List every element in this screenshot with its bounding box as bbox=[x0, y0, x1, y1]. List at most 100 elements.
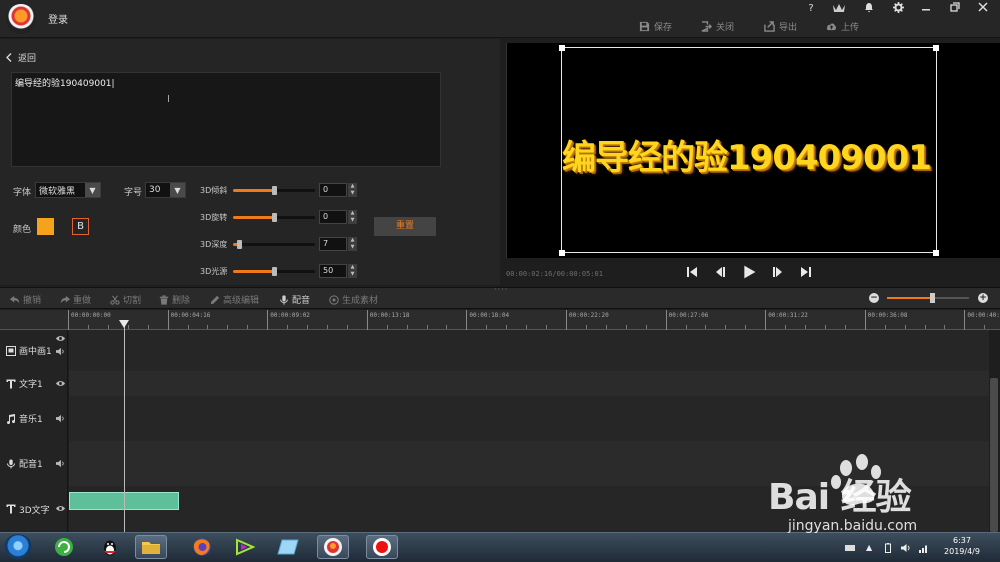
material-icon bbox=[329, 294, 339, 305]
skip-to-end-button[interactable] bbox=[798, 264, 814, 280]
zoom-out-button[interactable]: − bbox=[869, 293, 879, 303]
export-icon bbox=[764, 20, 775, 32]
preview-canvas[interactable]: 编导经的验190409001 bbox=[561, 47, 937, 253]
export-button[interactable]: 导出 bbox=[764, 19, 797, 33]
dropdown-arrow-icon: ▼ bbox=[85, 183, 100, 197]
tray-volume-icon[interactable] bbox=[901, 543, 911, 553]
taskbar-video-app[interactable] bbox=[229, 535, 261, 559]
zoom-slider-thumb[interactable] bbox=[930, 293, 936, 303]
visibility-eye-icon[interactable] bbox=[56, 379, 65, 388]
spinner-arrows-icon[interactable]: ▲ ▼ bbox=[348, 237, 357, 251]
timeline-track-lane[interactable] bbox=[69, 330, 989, 371]
taskbar-notes-app[interactable] bbox=[272, 535, 304, 559]
tray-network-icon[interactable] bbox=[919, 543, 929, 553]
generate-material-button[interactable]: 生成素材 bbox=[329, 293, 378, 306]
upload-button[interactable]: 上传 bbox=[826, 19, 859, 33]
delete-button[interactable]: 删除 bbox=[159, 293, 190, 306]
font-size-select[interactable]: 30 ▼ bbox=[145, 182, 186, 198]
timeline-ruler[interactable]: 00:00:00:00 00:00:04:16 00:00:09:02 00:00:1… bbox=[68, 310, 1000, 330]
upload-label: 上传 bbox=[841, 22, 860, 33]
font-value: 微软雅黑 bbox=[39, 186, 76, 197]
resize-handle-top-left[interactable] bbox=[559, 45, 565, 51]
spinner-arrows-icon[interactable]: ▲ ▼ bbox=[348, 264, 357, 278]
ruler-minor-tick bbox=[426, 325, 428, 329]
slider-track[interactable] bbox=[233, 240, 315, 249]
ruler-minor-tick bbox=[506, 325, 508, 329]
ruler-tick-label: 00:00:13:18 bbox=[366, 310, 410, 330]
timeline-track-lane[interactable] bbox=[69, 371, 989, 396]
taskbar-screen-recorder[interactable] bbox=[366, 535, 398, 559]
previous-frame-button[interactable] bbox=[712, 264, 728, 280]
panel-resize-grip[interactable]: ···· bbox=[494, 285, 508, 294]
visibility-eye-icon[interactable] bbox=[56, 504, 65, 513]
timeline-vertical-scrollbar[interactable] bbox=[990, 378, 998, 532]
visibility-eye-icon[interactable] bbox=[56, 334, 65, 343]
text-content-input[interactable]: 编导经的验190409001| bbox=[11, 72, 441, 167]
speaker-icon[interactable] bbox=[56, 347, 65, 356]
slider-thumb[interactable] bbox=[236, 240, 242, 249]
play-icon bbox=[744, 265, 756, 279]
zoom-in-button[interactable]: + bbox=[978, 293, 988, 303]
reset-button[interactable]: 重置 bbox=[374, 217, 436, 236]
resize-handle-bottom-left[interactable] bbox=[559, 250, 565, 256]
dub-button[interactable]: 配音 bbox=[279, 293, 310, 306]
resize-handle-top-right[interactable] bbox=[933, 45, 939, 51]
vip-icon[interactable] bbox=[828, 2, 850, 16]
timeline-track-lane[interactable] bbox=[69, 396, 989, 441]
close-window-button[interactable] bbox=[972, 2, 994, 16]
tray-battery-icon[interactable] bbox=[885, 543, 895, 553]
slider-thumb[interactable] bbox=[272, 213, 277, 222]
tray-expand-icon[interactable]: ▲ bbox=[866, 543, 876, 553]
bold-toggle-button[interactable]: B bbox=[72, 218, 89, 235]
settings-gear-icon[interactable] bbox=[887, 2, 909, 16]
speaker-icon[interactable] bbox=[56, 414, 65, 423]
color-picker-swatch[interactable] bbox=[37, 218, 54, 235]
slider-value-input[interactable]: 0 bbox=[319, 210, 347, 224]
minimize-button[interactable] bbox=[915, 2, 937, 16]
next-frame-button[interactable] bbox=[770, 264, 786, 280]
login-link[interactable]: 登录 bbox=[48, 11, 68, 26]
slider-track[interactable] bbox=[233, 267, 315, 276]
tray-keyboard-icon[interactable] bbox=[845, 543, 855, 553]
close-project-button[interactable]: 关闭 bbox=[701, 19, 734, 33]
taskbar-video-editor[interactable] bbox=[317, 535, 349, 559]
trash-icon bbox=[159, 294, 169, 305]
play-button[interactable] bbox=[741, 264, 757, 280]
spinner-arrows-icon[interactable]: ▲ ▼ bbox=[348, 210, 357, 224]
taskbar-clock[interactable]: 6:37 2019/4/9 bbox=[936, 535, 988, 557]
restore-button[interactable] bbox=[944, 2, 966, 16]
taskbar-file-explorer[interactable] bbox=[135, 535, 167, 559]
slider-value-input[interactable]: 7 bbox=[319, 237, 347, 251]
clock-date: 2019/4/9 bbox=[944, 547, 980, 556]
save-button[interactable]: 保存 bbox=[639, 19, 672, 33]
resize-handle-bottom-right[interactable] bbox=[933, 250, 939, 256]
notification-bell-icon[interactable] bbox=[858, 2, 880, 16]
slider-track[interactable] bbox=[233, 186, 315, 195]
spinner-arrows-icon[interactable]: ▲ ▼ bbox=[348, 183, 357, 197]
slider-thumb[interactable] bbox=[272, 267, 277, 276]
undo-button[interactable]: 撤销 bbox=[10, 293, 41, 306]
speaker-icon[interactable] bbox=[56, 459, 65, 468]
help-button[interactable]: ? bbox=[800, 2, 822, 16]
advanced-edit-button[interactable]: 高级编辑 bbox=[210, 293, 259, 306]
slider-value-input[interactable]: 0 bbox=[319, 183, 347, 197]
slider-track[interactable] bbox=[233, 213, 315, 222]
cut-button[interactable]: 切割 bbox=[110, 293, 141, 306]
ruler-minor-tick bbox=[247, 325, 249, 329]
slider-value-input[interactable]: 50 bbox=[319, 264, 347, 278]
skip-to-start-button[interactable] bbox=[684, 264, 700, 280]
ruler-minor-tick bbox=[844, 325, 846, 329]
preview-3d-text[interactable]: 编导经的验190409001 bbox=[562, 130, 932, 179]
playhead-handle[interactable] bbox=[119, 320, 129, 328]
watermark-brand: Bai 经验 bbox=[768, 477, 912, 518]
taskbar-360-browser[interactable] bbox=[48, 535, 80, 559]
taskbar-firefox[interactable] bbox=[186, 535, 218, 559]
ruler-minor-tick bbox=[924, 325, 926, 329]
taskbar-qq[interactable] bbox=[94, 535, 126, 559]
back-button[interactable]: 返回 bbox=[6, 51, 36, 64]
slider-thumb[interactable] bbox=[272, 186, 277, 195]
font-select[interactable]: 微软雅黑 ▼ bbox=[35, 182, 101, 198]
redo-button[interactable]: 重做 bbox=[60, 293, 91, 306]
generate-label: 生成素材 bbox=[342, 296, 379, 306]
start-button[interactable] bbox=[4, 534, 32, 560]
